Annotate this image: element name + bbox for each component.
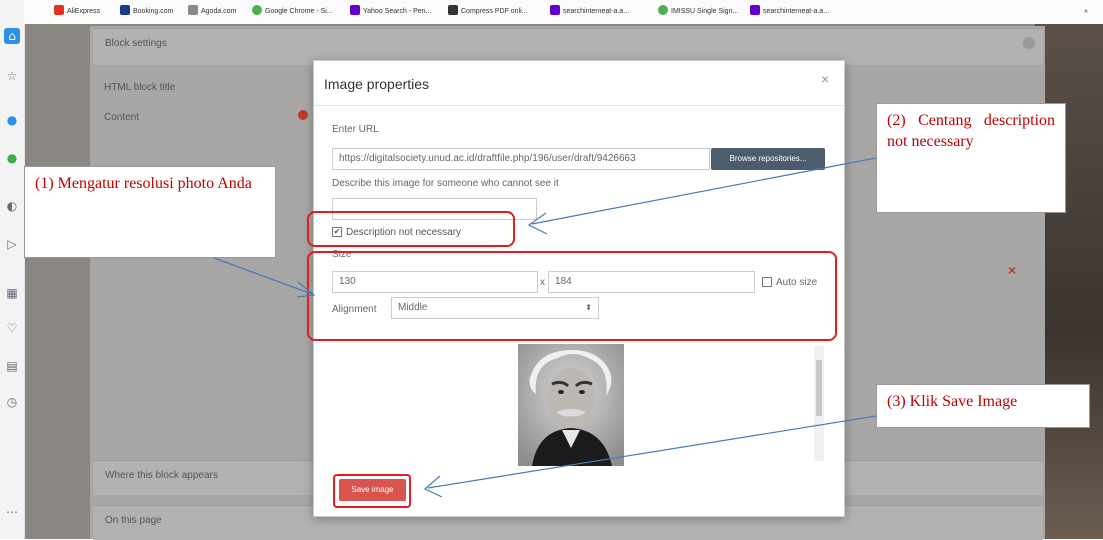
annotation-arrows [213, 157, 877, 498]
